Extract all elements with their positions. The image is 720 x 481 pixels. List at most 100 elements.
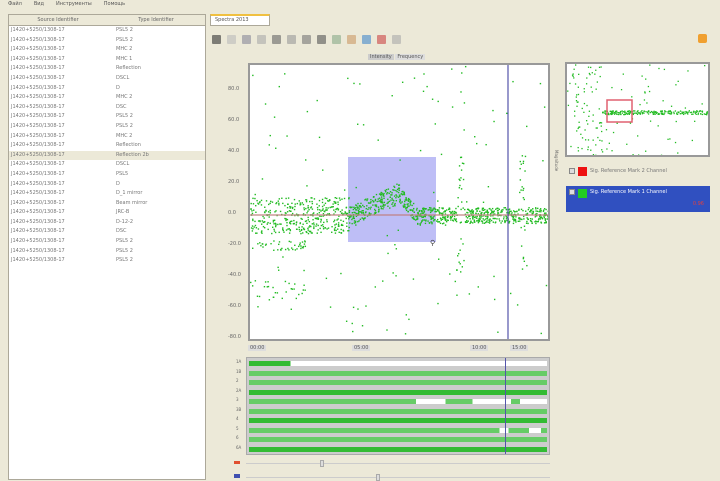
list-item[interactable]: J1420+5250/1308-17MHC 2	[9, 132, 205, 142]
data-point	[299, 200, 300, 201]
list-item[interactable]: J1420+5250/1308-17DSC	[9, 103, 205, 113]
data-point	[317, 232, 318, 233]
zoom-box-icon[interactable]	[242, 35, 251, 44]
source-cell: J1420+5250/1308-17	[11, 122, 116, 132]
data-point	[506, 113, 507, 114]
cursor-line[interactable]	[505, 358, 506, 454]
data-point	[692, 114, 693, 115]
source-list[interactable]: Source Identifier Type Identifier J1420+…	[8, 14, 206, 480]
pointer-icon[interactable]	[212, 35, 221, 44]
column-header-type[interactable]: Type Identifier	[107, 15, 205, 25]
data-point	[299, 204, 300, 205]
data-point	[493, 276, 494, 277]
select-icon[interactable]	[227, 35, 236, 44]
data-point	[359, 83, 360, 84]
data-point	[287, 211, 288, 212]
slider-blue[interactable]	[246, 477, 550, 478]
data-point	[519, 220, 520, 221]
legend-checkbox[interactable]	[569, 189, 575, 195]
list-item[interactable]: J1420+5250/1308-17PSL5 2	[9, 112, 205, 122]
list-item[interactable]: J1420+5250/1308-17D_1 mirror	[9, 189, 205, 199]
data-point	[483, 202, 484, 203]
data-point	[382, 205, 383, 206]
cursor-icon[interactable]	[362, 35, 371, 44]
data-point	[452, 106, 453, 107]
data-point	[291, 309, 292, 310]
data-point	[369, 212, 370, 213]
channel-row	[249, 361, 547, 366]
selection-rect[interactable]	[348, 157, 436, 242]
export-icon[interactable]	[392, 35, 401, 44]
data-point	[395, 275, 396, 276]
data-point	[303, 204, 304, 205]
data-point	[616, 114, 617, 115]
data-point	[438, 209, 439, 210]
list-item[interactable]: J1420+5250/1308-17DSCL	[9, 74, 205, 84]
channel-strip-chart[interactable]	[246, 357, 550, 455]
data-point	[374, 204, 375, 205]
list-item[interactable]: J1420+5250/1308-17PSL5 2	[9, 237, 205, 247]
column-header-source[interactable]: Source Identifier	[9, 15, 107, 25]
list-item[interactable]: J1420+5250/1308-17Reflection	[9, 141, 205, 151]
data-point	[639, 112, 640, 113]
list-item[interactable]: J1420+5250/1308-17D-12-2	[9, 218, 205, 228]
list-item[interactable]: J1420+5250/1308-17PSL5 2	[9, 247, 205, 257]
data-point	[326, 221, 327, 222]
data-point	[526, 265, 527, 266]
slider-red[interactable]	[246, 463, 550, 464]
data-point	[447, 219, 448, 220]
list-item[interactable]: J1420+5250/1308-17D	[9, 180, 205, 190]
list-item[interactable]: J1420+5250/1308-17Reflection 2b	[9, 151, 205, 161]
menu-tools[interactable]: Инструменты	[54, 1, 94, 9]
list-item[interactable]: J1420+5250/1308-17MHC 2	[9, 45, 205, 55]
data-point	[482, 221, 483, 222]
list-item[interactable]: J1420+5250/1308-17DSCL	[9, 160, 205, 170]
list-item[interactable]: J1420+5250/1308-17MHC 2	[9, 93, 205, 103]
data-point	[484, 212, 485, 213]
legend-checkbox[interactable]	[569, 168, 575, 174]
grid-icon[interactable]	[317, 35, 326, 44]
pan-icon[interactable]	[272, 35, 281, 44]
list-item[interactable]: J1420+5250/1308-17JRC-B	[9, 208, 205, 218]
source-cell: J1420+5250/1308-17	[11, 93, 116, 103]
data-point	[425, 216, 426, 217]
data-point	[353, 212, 354, 213]
data-point	[455, 281, 456, 282]
list-item[interactable]: J1420+5250/1308-17Reflection	[9, 64, 205, 74]
data-point	[285, 213, 286, 214]
menu-help[interactable]: Помощь	[102, 1, 127, 9]
main-plot[interactable]: ⚲	[248, 63, 550, 341]
data-point	[478, 286, 479, 287]
overview-minimap[interactable]	[565, 62, 710, 157]
data-point	[508, 212, 509, 213]
list-item[interactable]: J1420+5250/1308-17D	[9, 84, 205, 94]
list-item[interactable]: J1420+5250/1308-17DSC	[9, 227, 205, 237]
menu-file[interactable]: Файл	[6, 1, 24, 9]
list-item[interactable]: J1420+5250/1308-17PSL5 2	[9, 36, 205, 46]
line-icon[interactable]	[332, 35, 341, 44]
legend-item-red[interactable]: Sig. Reference Mark 2 Channel	[566, 165, 710, 177]
data-point	[402, 82, 403, 83]
brush-icon[interactable]	[347, 35, 356, 44]
data-point	[363, 206, 364, 207]
list-item[interactable]: J1420+5250/1308-17PSL5 2	[9, 122, 205, 132]
tab-spectra[interactable]: Spectra 2013	[210, 14, 270, 26]
data-point	[636, 113, 637, 114]
legend-item-green[interactable]: Sig. Reference Mark 1 Channel 0.96	[566, 186, 710, 212]
color-icon[interactable]	[377, 35, 386, 44]
list-item[interactable]: J1420+5250/1308-17Beam mirror	[9, 199, 205, 209]
list-item[interactable]: J1420+5250/1308-17PSL5 2	[9, 256, 205, 266]
zoom-in-icon[interactable]	[257, 35, 266, 44]
data-point	[537, 211, 538, 212]
reset-icon[interactable]	[287, 35, 296, 44]
list-item[interactable]: J1420+5250/1308-17MHC 1	[9, 55, 205, 65]
data-point	[421, 211, 422, 212]
fit-icon[interactable]	[302, 35, 311, 44]
list-item[interactable]: J1420+5250/1308-17PSL5 2	[9, 26, 205, 36]
settings-icon[interactable]	[698, 34, 707, 43]
data-point	[494, 299, 495, 300]
data-point	[702, 111, 703, 112]
menu-view[interactable]: Вид	[32, 1, 46, 9]
list-item[interactable]: J1420+5250/1308-17PSL5	[9, 170, 205, 180]
data-point	[441, 219, 442, 220]
